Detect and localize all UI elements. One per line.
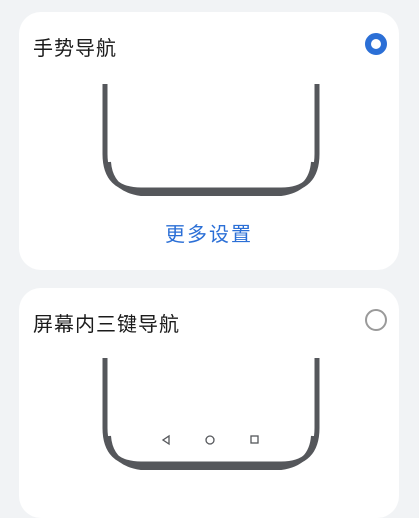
gesture-navigation-card[interactable]: 手势导航 更多设置 xyxy=(19,12,399,270)
three-key-navigation-card[interactable]: 屏幕内三键导航 xyxy=(19,288,399,518)
more-settings-link[interactable]: 更多设置 xyxy=(19,218,399,247)
back-triangle-icon xyxy=(161,434,170,446)
three-key-phone-illustration xyxy=(102,358,320,470)
recents-square-icon xyxy=(250,435,259,444)
home-circle-icon xyxy=(205,435,215,445)
